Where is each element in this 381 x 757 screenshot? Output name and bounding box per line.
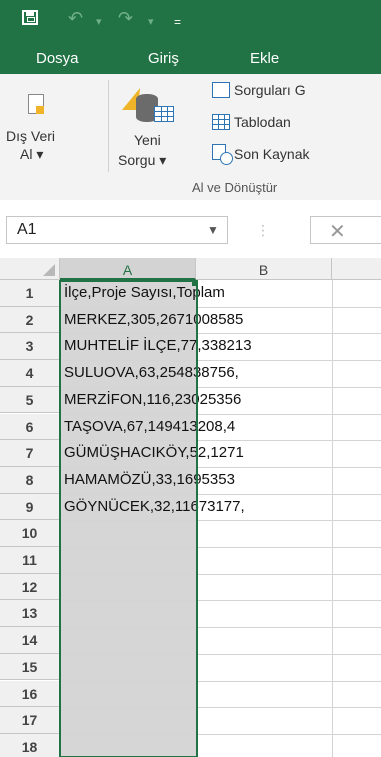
column-header-b[interactable]: B	[196, 258, 332, 280]
queries-icon	[212, 82, 230, 98]
row-header-16[interactable]: 16	[0, 680, 60, 708]
row-header-12[interactable]: 12	[0, 573, 60, 601]
row-header-4[interactable]: 4	[0, 360, 60, 387]
column-header-a[interactable]: A	[60, 258, 196, 280]
row-header-14[interactable]: 14	[0, 627, 60, 654]
formula-buttons: ✕	[310, 216, 381, 244]
undo-icon[interactable]: ↶	[68, 6, 83, 30]
table-icon	[212, 114, 230, 130]
column-header-c[interactable]	[332, 258, 381, 280]
tab-insert[interactable]: Ekle	[250, 50, 279, 67]
row-header-18[interactable]: 18	[0, 733, 60, 757]
row-header-10[interactable]: 10	[0, 520, 60, 547]
ribbon-group-label: Al ve Dönüştür	[192, 180, 278, 195]
tab-file[interactable]: Dosya	[36, 50, 79, 67]
ribbon-tabs: Dosya Giriş Ekle	[0, 36, 381, 74]
get-data-label-1: Dış Veri	[6, 128, 56, 144]
new-query-label-2: Sorgu ▾	[118, 152, 167, 168]
new-query-label-1: Yeni	[134, 132, 161, 148]
cancel-icon[interactable]: ✕	[329, 219, 346, 244]
name-box-value: A1	[17, 221, 37, 238]
formula-bar: A1 ▼ ⋮ ✕	[0, 200, 381, 259]
row-header-1[interactable]: 1	[0, 280, 60, 307]
chevron-down-icon[interactable]: ▼	[207, 223, 219, 237]
get-data-label-2: Al ▾	[20, 146, 44, 162]
title-bar: ↶ ▾ ↷ ▾ =	[0, 0, 381, 36]
worksheet-grid[interactable]: A B 1 İlçe,Proje Sayısı,Toplam 2 MERKEZ,305…	[0, 258, 381, 757]
row-header-17[interactable]: 17	[0, 707, 60, 734]
recent-sources-label: Son Kaynak	[234, 146, 310, 162]
row-header-6[interactable]: 6	[0, 413, 60, 441]
name-box[interactable]: A1 ▼	[6, 216, 228, 244]
select-all-button[interactable]	[0, 258, 60, 280]
ribbon-separator	[108, 80, 109, 172]
formula-bar-splitter[interactable]: ⋮	[256, 222, 270, 239]
row-header-11[interactable]: 11	[0, 547, 60, 574]
save-icon[interactable]	[22, 10, 38, 25]
redo-dropdown-icon[interactable]: ▾	[148, 10, 154, 34]
show-queries-label: Sorguları G	[234, 82, 306, 98]
tab-home[interactable]: Giriş	[148, 50, 179, 67]
clock-icon	[220, 152, 233, 165]
row-header-7[interactable]: 7	[0, 440, 60, 467]
external-data-icon	[28, 94, 44, 114]
row-header-8[interactable]: 8	[0, 466, 60, 494]
ribbon: Dış Veri Al ▾ Yeni Sorgu ▾ Sorguları G T…	[0, 74, 381, 201]
new-query-icon	[121, 88, 174, 126]
row-header-13[interactable]: 13	[0, 600, 60, 628]
undo-dropdown-icon[interactable]: ▾	[96, 10, 102, 34]
row-header-2[interactable]: 2	[0, 306, 60, 334]
from-table-label: Tablodan	[234, 114, 291, 130]
selection-border	[59, 280, 198, 757]
redo-icon[interactable]: ↷	[118, 6, 133, 30]
row-header-9[interactable]: 9	[0, 493, 60, 521]
row-header-3[interactable]: 3	[0, 333, 60, 361]
fill-handle[interactable]	[192, 280, 198, 286]
row-header-5[interactable]: 5	[0, 386, 60, 414]
customize-quick-access-icon[interactable]: =	[174, 10, 181, 34]
row-header-15[interactable]: 15	[0, 653, 60, 681]
gridline	[332, 280, 333, 757]
